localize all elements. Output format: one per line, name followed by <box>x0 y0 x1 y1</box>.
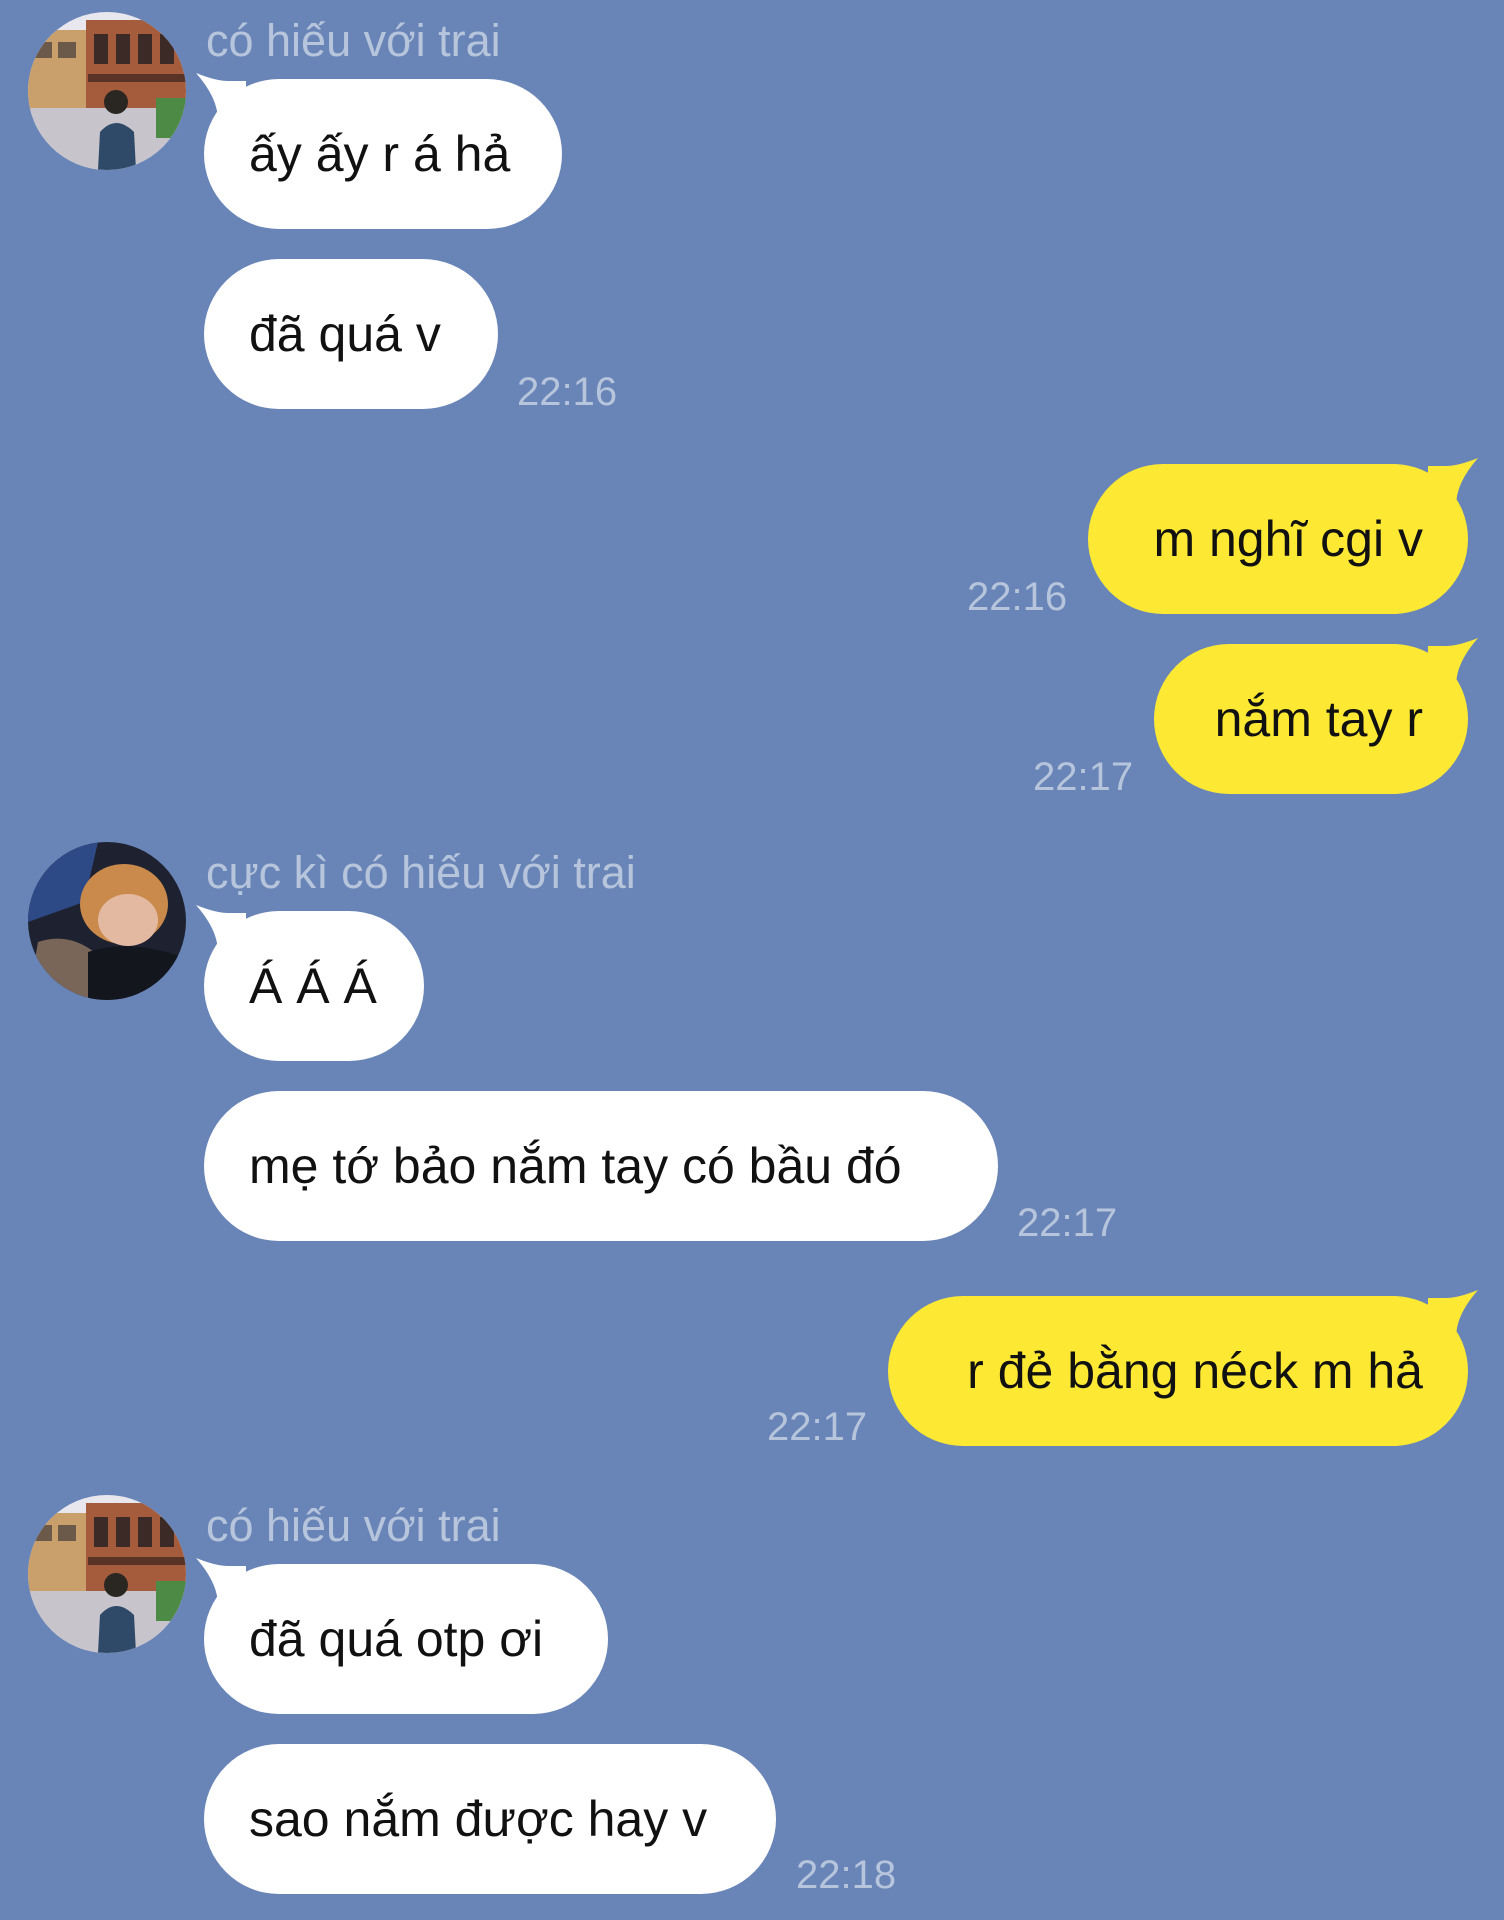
sender-name: cực kì có hiếu với trai <box>206 847 636 898</box>
message-text: đã quá v <box>249 306 441 362</box>
sender-name: có hiếu với trai <box>206 1500 501 1551</box>
message-text: sao nắm được hay v <box>249 1791 708 1847</box>
message-timestamp: 22:17 <box>767 1405 868 1449</box>
message-timestamp: 22:18 <box>796 1853 897 1897</box>
message-text: r đẻ bằng néck m hả <box>967 1343 1423 1399</box>
avatar-couple-photo-image <box>28 842 186 1000</box>
message-text: mẹ tớ bảo nắm tay có bầu đó <box>249 1138 902 1194</box>
message-timestamp: 22:17 <box>1017 1201 1118 1245</box>
incoming-message-bubble[interactable]: Á Á Á <box>196 905 424 1061</box>
outgoing-message-bubble[interactable]: nắm tay r <box>1154 638 1478 794</box>
incoming-message-bubble[interactable]: ấy ấy r á hả <box>196 73 562 229</box>
sender-avatar[interactable] <box>28 842 186 1000</box>
bubble-tail-icon <box>1428 1290 1478 1348</box>
message-text: ấy ấy r á hả <box>249 126 511 182</box>
incoming-message-bubble[interactable]: đã quá v <box>204 259 498 409</box>
bubble-tail-icon <box>196 905 246 963</box>
message-text: nắm tay r <box>1214 691 1423 747</box>
bubble-tail-icon <box>196 1558 246 1616</box>
incoming-message-bubble[interactable]: đã quá otp ơi <box>196 1558 608 1714</box>
message-text: m nghĩ cgi v <box>1153 511 1423 567</box>
sender-avatar[interactable] <box>28 1495 186 1653</box>
message-timestamp: 22:16 <box>517 370 618 414</box>
sender-avatar[interactable] <box>28 12 186 170</box>
outgoing-message-bubble[interactable]: m nghĩ cgi v <box>1088 458 1478 614</box>
incoming-message-bubble[interactable]: sao nắm được hay v <box>204 1744 776 1894</box>
incoming-message-bubble[interactable]: mẹ tớ bảo nắm tay có bầu đó <box>204 1091 998 1241</box>
avatar-street-photo-image <box>28 1495 186 1653</box>
message-text: đã quá otp ơi <box>249 1611 544 1667</box>
sender-name: có hiếu với trai <box>206 15 501 66</box>
chat-thread: có hiếu với trai ấy ấy r á hả đã quá v 2… <box>0 0 1504 1920</box>
bubble-tail-icon <box>196 73 246 131</box>
bubble-tail-icon <box>1428 638 1478 696</box>
message-timestamp: 22:17 <box>1033 755 1134 799</box>
bubble-tail-icon <box>1428 458 1478 516</box>
message-text: Á Á Á <box>249 958 377 1014</box>
avatar-street-photo-image <box>28 12 186 170</box>
message-timestamp: 22:16 <box>967 575 1068 619</box>
outgoing-message-bubble[interactable]: r đẻ bằng néck m hả <box>888 1290 1478 1446</box>
